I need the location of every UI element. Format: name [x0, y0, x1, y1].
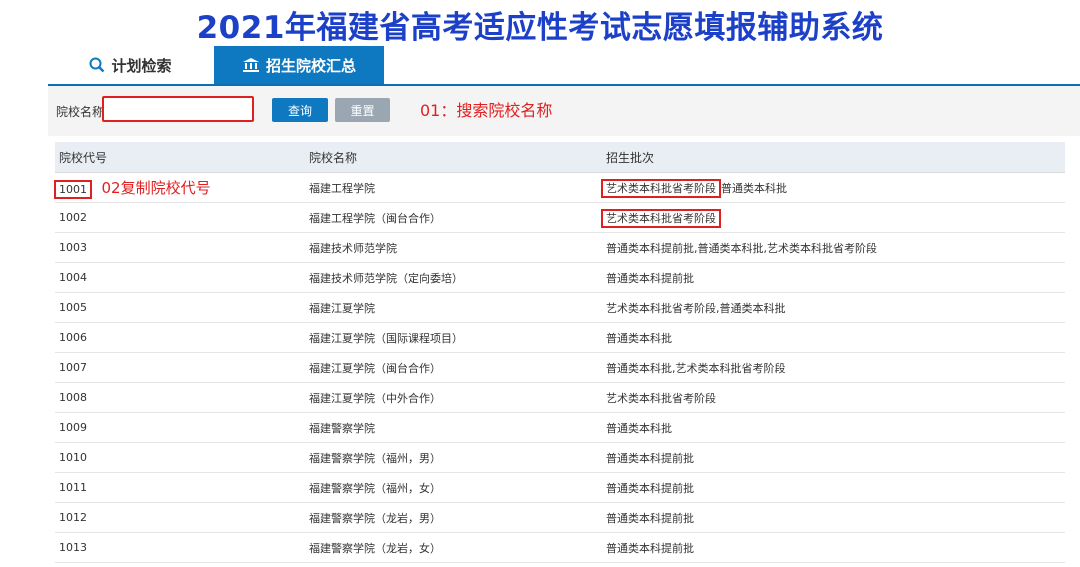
- college-code: 1005: [55, 292, 305, 323]
- college-batch: 普通类本科提前批,普通类本科批,艺术类本科批省考阶段: [602, 232, 1065, 263]
- college-code: 1004: [55, 262, 305, 293]
- table-row[interactable]: 1011 福建警察学院（福州，女） 普通类本科提前批: [55, 472, 1065, 503]
- college-code: 1007: [55, 352, 305, 383]
- college-name: 福建警察学院（福州，男）: [305, 442, 602, 473]
- table-row[interactable]: 1006 福建江夏学院（国际课程项目） 普通类本科批: [55, 322, 1065, 353]
- college-name: 福建江夏学院: [305, 292, 602, 323]
- college-name: 福建江夏学院（国际课程项目）: [305, 322, 602, 353]
- table-row[interactable]: 1004 福建技术师范学院（定向委培） 普通类本科提前批: [55, 262, 1065, 293]
- tab-college-summary[interactable]: 招生院校汇总: [214, 46, 384, 84]
- college-name: 福建技术师范学院（定向委培）: [305, 262, 602, 293]
- table-row[interactable]: 1008 福建江夏学院（中外合作） 艺术类本科批省考阶段: [55, 382, 1065, 413]
- college-batch: 普通类本科批,艺术类本科批省考阶段: [602, 352, 1065, 383]
- copy-code-annotation: 02复制院校代号: [101, 179, 211, 197]
- table-row[interactable]: 1005 福建江夏学院 艺术类本科批省考阶段,普通类本科批: [55, 292, 1065, 323]
- table-row[interactable]: 1001 02复制院校代号 福建工程学院 艺术类本科批省考阶段 普通类本科批: [54, 172, 1065, 203]
- college-name: 福建警察学院: [305, 412, 602, 443]
- college-name: 福建技术师范学院: [305, 232, 602, 263]
- college-name: 福建江夏学院（闽台合作）: [305, 352, 602, 383]
- table-header-row: 院校代号 院校名称 招生批次: [55, 142, 1065, 173]
- filter-bar: 院校名称 查询 重置 01：搜索院校名称: [48, 86, 1080, 136]
- college-code: 1003: [55, 232, 305, 263]
- search-annotation: 01：搜索院校名称: [420, 101, 553, 120]
- query-button[interactable]: 查询: [272, 98, 328, 122]
- college-code: 1002: [55, 202, 305, 233]
- college-name: 福建工程学院: [305, 172, 602, 203]
- college-code: 1012: [55, 502, 305, 533]
- tab-plan-search[interactable]: 计划检索: [48, 46, 213, 84]
- college-name: 福建工程学院（闽台合作）: [305, 202, 602, 233]
- college-batch: 普通类本科提前批: [602, 262, 1065, 293]
- college-code: 1011: [55, 472, 305, 503]
- college-code: 1001: [54, 180, 92, 199]
- college-name: 福建江夏学院（中外合作）: [305, 382, 602, 413]
- college-batch-highlight: 艺术类本科批省考阶段: [601, 178, 721, 198]
- college-batch-cell: 艺术类本科批省考阶段 普通类本科批: [601, 172, 1065, 203]
- table-row[interactable]: 1012 福建警察学院（龙岩，男） 普通类本科提前批: [55, 502, 1065, 533]
- reset-button[interactable]: 重置: [335, 98, 390, 122]
- column-header-name: 院校名称: [305, 142, 602, 173]
- college-batch: 普通类本科提前批: [602, 502, 1065, 533]
- college-code: 1010: [55, 442, 305, 473]
- college-code: 1006: [55, 322, 305, 353]
- bank-icon: [242, 57, 260, 73]
- tab-label: 计划检索: [111, 56, 172, 75]
- table-row[interactable]: 1002 福建工程学院（闽台合作） 艺术类本科批省考阶段: [55, 202, 1065, 233]
- college-batch: 普通类本科提前批: [602, 442, 1065, 473]
- college-table: 院校代号 院校名称 招生批次 1001 02复制院校代号 福建工程学院 艺术类本…: [54, 142, 1065, 563]
- app-title: 2021年福建省高考适应性考试志愿填报辅助系统: [196, 10, 884, 46]
- college-name: 福建警察学院（龙岩，女）: [305, 532, 602, 563]
- college-code: 1013: [55, 532, 305, 563]
- tab-bar: 计划检索 招生院校汇总: [48, 46, 1080, 86]
- college-batch-cell: 艺术类本科批省考阶段: [601, 202, 1065, 233]
- college-code: 1008: [55, 382, 305, 413]
- table-row[interactable]: 1003 福建技术师范学院 普通类本科提前批,普通类本科批,艺术类本科批省考阶段: [55, 232, 1065, 263]
- college-name-label: 院校名称: [56, 105, 105, 119]
- search-icon: [89, 57, 105, 73]
- college-name-input[interactable]: [102, 96, 254, 122]
- column-header-batch: 招生批次: [602, 142, 1065, 173]
- table-row[interactable]: 1013 福建警察学院（龙岩，女） 普通类本科提前批: [55, 532, 1065, 563]
- table-row[interactable]: 1010 福建警察学院（福州，男） 普通类本科提前批: [55, 442, 1065, 473]
- college-batch: 普通类本科批: [602, 322, 1065, 353]
- college-batch-highlight: 艺术类本科批省考阶段: [601, 208, 721, 228]
- column-header-code: 院校代号: [55, 142, 305, 173]
- tab-label: 招生院校汇总: [265, 56, 356, 75]
- table-row[interactable]: 1009 福建警察学院 普通类本科批: [55, 412, 1065, 443]
- college-code: 1009: [55, 412, 305, 443]
- table-row[interactable]: 1007 福建江夏学院（闽台合作） 普通类本科批,艺术类本科批省考阶段: [55, 352, 1065, 383]
- college-name: 福建警察学院（龙岩，男）: [305, 502, 602, 533]
- college-batch: 艺术类本科批省考阶段: [602, 382, 1065, 413]
- college-code-cell: 1001 02复制院校代号: [54, 172, 305, 203]
- college-name: 福建警察学院（福州，女）: [305, 472, 602, 503]
- college-batch: 普通类本科批: [602, 412, 1065, 443]
- college-batch-rest: 普通类本科批: [721, 181, 787, 195]
- college-batch: 普通类本科提前批: [602, 472, 1065, 503]
- college-batch: 普通类本科提前批: [602, 532, 1065, 563]
- college-batch: 艺术类本科批省考阶段,普通类本科批: [602, 292, 1065, 323]
